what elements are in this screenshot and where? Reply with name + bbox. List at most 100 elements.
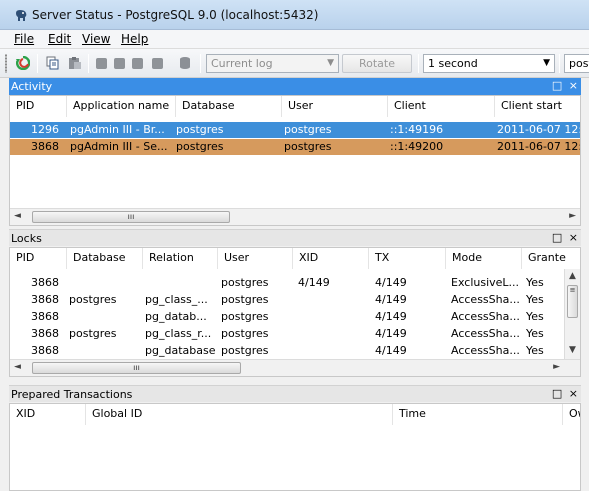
- table-row[interactable]: 3868 pgAdmin III - Se... postgres postgr…: [10, 139, 580, 155]
- close-icon[interactable]: ×: [569, 387, 578, 400]
- menu-view[interactable]: View: [82, 32, 110, 46]
- locks-pane-header[interactable]: Locks □ ×: [9, 229, 581, 246]
- terminate-backend-icon[interactable]: [114, 58, 125, 69]
- table-cell: postgres: [221, 310, 269, 323]
- table-cell: [298, 343, 368, 359]
- column-header[interactable]: Client: [388, 96, 495, 117]
- column-header[interactable]: Database: [67, 248, 143, 269]
- commit-icon[interactable]: [132, 58, 143, 69]
- prepared-transactions-pane-header[interactable]: Prepared Transactions □ ×: [9, 385, 581, 402]
- table-cell: 1296: [31, 123, 59, 136]
- table-cell: 4/149: [298, 276, 330, 289]
- table-cell: 3868: [31, 327, 59, 340]
- table-cell: pg_datab...: [145, 310, 207, 323]
- table-row[interactable]: 3868 pg_database postgres 4/149 AccessSh…: [10, 343, 580, 359]
- toolbar-grip[interactable]: [5, 54, 7, 73]
- copy-icon[interactable]: [46, 56, 60, 70]
- table-cell: AccessSha...: [451, 293, 520, 306]
- locks-list[interactable]: PID Database Relation User XID TX Mode G…: [9, 247, 581, 377]
- scroll-left-icon[interactable]: ◄: [14, 362, 21, 372]
- cancel-query-icon[interactable]: [96, 58, 107, 69]
- column-header[interactable]: User: [282, 96, 388, 117]
- close-icon[interactable]: ×: [569, 231, 578, 244]
- server-combo[interactable]: postg: [564, 54, 589, 73]
- horizontal-scrollbar[interactable]: ◄ ııı ►: [10, 208, 580, 225]
- table-row[interactable]: 3868 postgres pg_class_r... postgres 4/1…: [10, 326, 580, 342]
- scroll-right-icon[interactable]: ►: [553, 362, 560, 372]
- table-cell: 3868: [31, 310, 59, 323]
- activity-pane-title: Activity: [11, 80, 53, 93]
- column-header[interactable]: Database: [176, 96, 282, 117]
- menu-edit[interactable]: Edit: [48, 32, 71, 46]
- menu-file[interactable]: File: [14, 32, 34, 46]
- refresh-icon[interactable]: [16, 56, 30, 70]
- close-icon[interactable]: ×: [569, 79, 578, 92]
- restore-icon[interactable]: □: [552, 79, 562, 92]
- table-cell: Yes: [526, 310, 544, 323]
- table-row[interactable]: 3868 pg_datab... postgres 4/149 AccessSh…: [10, 309, 580, 325]
- database-icon[interactable]: [178, 56, 192, 70]
- scrollbar-thumb[interactable]: ≡: [567, 285, 578, 318]
- table-cell: postgres: [221, 344, 269, 357]
- table-cell: 2011-06-07 12:34: [497, 140, 580, 153]
- column-header[interactable]: Time: [393, 404, 563, 425]
- window-title: Server Status - PostgreSQL 9.0 (localhos…: [32, 8, 319, 22]
- column-header[interactable]: Owner: [563, 404, 580, 425]
- vertical-scrollbar[interactable]: ▲ ≡ ▼: [564, 269, 580, 359]
- table-row[interactable]: 1296 pgAdmin III - Br... postgres postgr…: [10, 122, 580, 138]
- toolbar-separator: [88, 54, 89, 73]
- column-header[interactable]: XID: [293, 248, 369, 269]
- table-row[interactable]: 3868 postgres 4/149 4/149 ExclusiveL... …: [10, 275, 580, 291]
- activity-pane-header[interactable]: Activity □ ×: [9, 78, 581, 95]
- table-cell: AccessSha...: [451, 327, 520, 340]
- menu-help[interactable]: Help: [121, 32, 148, 46]
- table-cell: [298, 326, 368, 342]
- column-header[interactable]: XID: [10, 404, 86, 425]
- rollback-icon[interactable]: [152, 58, 163, 69]
- chevron-down-icon: ▼: [543, 58, 550, 68]
- table-cell: [69, 343, 141, 359]
- table-cell: 3868: [31, 140, 59, 153]
- column-header[interactable]: Global ID: [86, 404, 393, 425]
- prepared-transactions-list[interactable]: XID Global ID Time Owner: [9, 403, 581, 491]
- rotate-button[interactable]: Rotate: [342, 54, 412, 73]
- toolbar-separator: [200, 54, 201, 73]
- column-header[interactable]: Client start: [495, 96, 580, 117]
- column-header[interactable]: TX: [369, 248, 446, 269]
- scroll-up-icon[interactable]: ▲: [569, 271, 576, 281]
- column-header[interactable]: User: [218, 248, 293, 269]
- scroll-right-icon[interactable]: ►: [569, 211, 576, 221]
- log-file-combo[interactable]: Current log ▼: [206, 54, 339, 73]
- column-header[interactable]: Relation: [143, 248, 218, 269]
- horizontal-scrollbar[interactable]: ◄ ııı ►: [10, 359, 580, 376]
- table-cell: pg_class_...: [145, 293, 208, 306]
- restore-icon[interactable]: □: [552, 231, 562, 244]
- table-cell: postgres: [69, 327, 117, 340]
- table-cell: postgres: [221, 276, 269, 289]
- column-header[interactable]: Application name: [67, 96, 176, 117]
- elephant-icon: [16, 10, 27, 21]
- table-cell: postgres: [221, 293, 269, 306]
- scrollbar-thumb[interactable]: ııı: [32, 211, 230, 223]
- activity-list[interactable]: PID Application name Database User Clien…: [9, 95, 581, 226]
- column-header[interactable]: Mode: [446, 248, 522, 269]
- table-cell: Yes: [526, 327, 544, 340]
- column-header[interactable]: Granted: [522, 248, 566, 269]
- scroll-left-icon[interactable]: ◄: [14, 211, 21, 221]
- column-header[interactable]: PID: [10, 248, 67, 269]
- refresh-rate-combo[interactable]: 1 second ▼: [423, 54, 555, 73]
- table-cell: AccessSha...: [451, 310, 520, 323]
- prepared-transactions-pane-title: Prepared Transactions: [11, 388, 133, 401]
- scrollbar-thumb[interactable]: ııı: [32, 362, 241, 374]
- table-cell: 3868: [31, 344, 59, 357]
- table-cell: 4/149: [375, 327, 407, 340]
- table-row[interactable]: 3868 postgres pg_class_... postgres 4/14…: [10, 292, 580, 308]
- locks-pane-title: Locks: [11, 232, 42, 245]
- table-cell: [69, 309, 141, 325]
- column-header[interactable]: PID: [10, 96, 67, 117]
- scroll-down-icon[interactable]: ▼: [569, 345, 576, 355]
- table-cell: pgAdmin III - Br...: [70, 123, 165, 136]
- menu-bar: File Edit View Help: [0, 30, 589, 49]
- restore-icon[interactable]: □: [552, 387, 562, 400]
- paste-icon[interactable]: [68, 56, 82, 70]
